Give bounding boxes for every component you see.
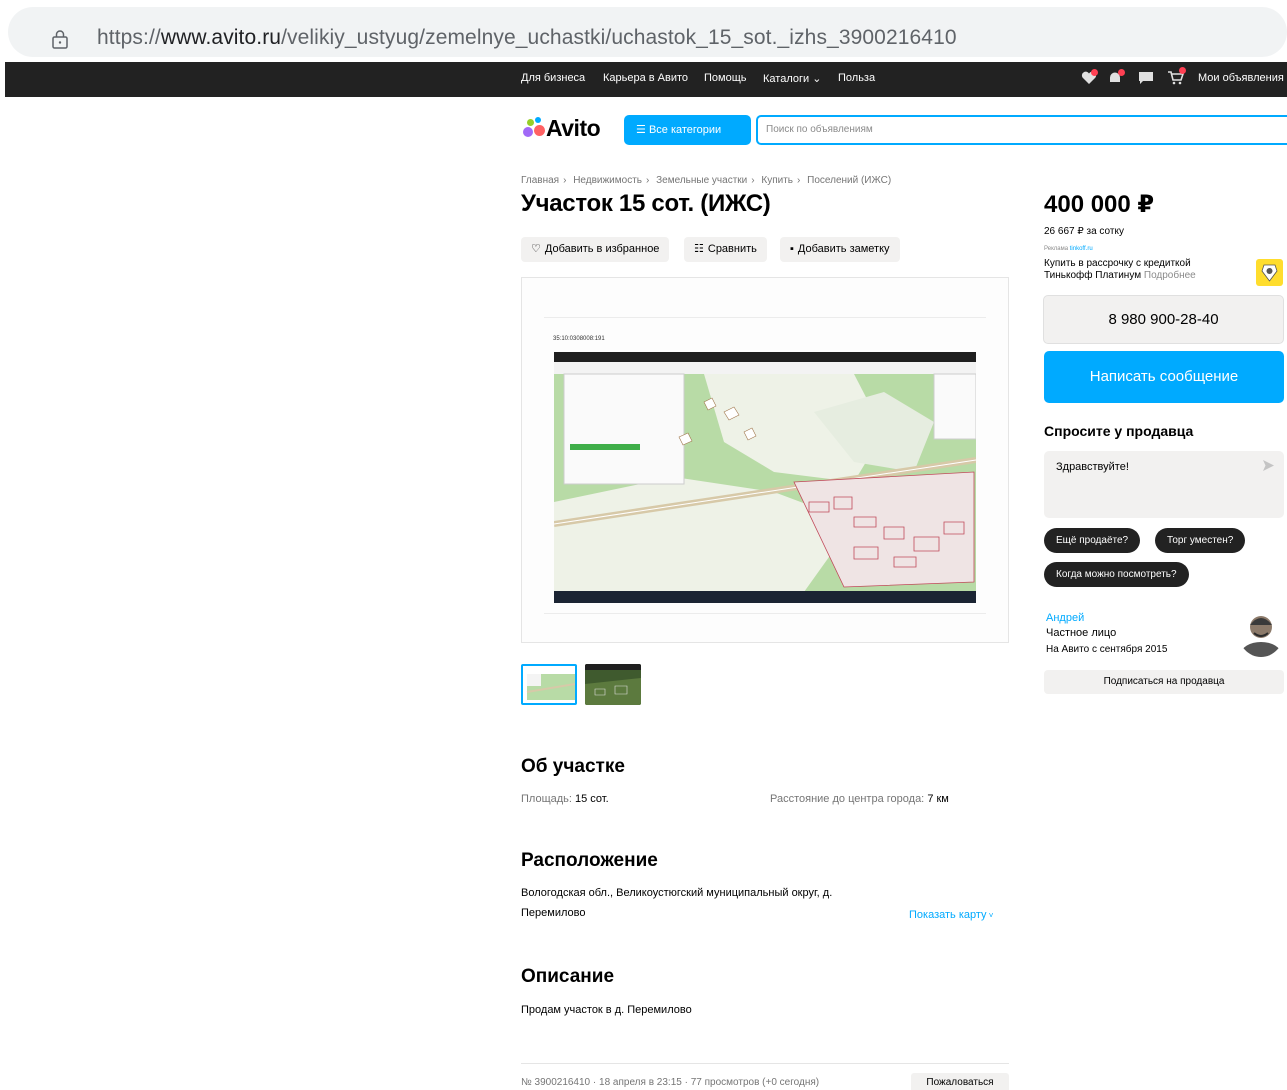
- price-per-sotka: 26 667 ₽ за сотку: [1044, 226, 1124, 237]
- breadcrumb: Главная › Недвижимость › Земельные участки…: [521, 175, 892, 186]
- seller-name-link[interactable]: Андрей: [1046, 612, 1084, 624]
- avito-logo-text[interactable]: Avito: [546, 115, 601, 142]
- menu-search-icon: ☰: [636, 124, 646, 136]
- tinkoff-logo-icon[interactable]: [1256, 259, 1283, 286]
- note-icon: ▪: [790, 243, 794, 255]
- chevron-down-icon: ˅: [986, 911, 994, 920]
- nav-link-business[interactable]: Для бизнеса: [521, 72, 585, 84]
- heart-icon: ♡: [531, 243, 541, 255]
- show-map-link[interactable]: Показать карту ˅: [909, 909, 993, 921]
- my-ads-link[interactable]: Мои объявления: [1198, 72, 1284, 84]
- show-phone-button[interactable]: 8 980 900-28-40: [1043, 295, 1284, 344]
- description-text: Продам участок в д. Перемилово: [521, 1004, 692, 1016]
- cadastral-map-screenshot: [554, 352, 976, 603]
- site-info-icon[interactable]: [52, 30, 68, 49]
- price: 400 000 ₽: [1044, 191, 1155, 218]
- distance-param: Расстояние до центра города: 7 км: [770, 793, 949, 805]
- add-note-button[interactable]: ▪ Добавить заметку: [780, 237, 900, 262]
- quick-question-still-selling[interactable]: Ещё продаёте?: [1044, 528, 1141, 553]
- address-line-1: Вологодская обл., Великоустюгский муници…: [521, 887, 833, 899]
- chevron-down-icon: ⌄: [809, 73, 822, 85]
- send-icon[interactable]: [1262, 459, 1275, 472]
- search-input[interactable]: Поиск по объявлениям: [756, 115, 1287, 145]
- address-line-2: Перемилово: [521, 907, 586, 919]
- cart-badge: [1179, 67, 1186, 74]
- quick-question-bargain[interactable]: Торг уместен?: [1155, 528, 1246, 553]
- write-message-button[interactable]: Написать сообщение: [1044, 351, 1284, 403]
- listing-meta: № 3900216410 · 18 апреля в 23:15 · 77 пр…: [521, 1077, 820, 1088]
- breadcrumb-home[interactable]: Главная: [521, 175, 559, 186]
- listing-photo[interactable]: [554, 352, 976, 603]
- quick-question-viewing[interactable]: Когда можно посмотреть?: [1044, 562, 1189, 587]
- about-heading: Об участке: [521, 756, 625, 777]
- ad-label: Реклама tinkoff.ru: [1044, 246, 1093, 252]
- breadcrumb-izhs[interactable]: Поселений (ИЖС): [807, 175, 891, 186]
- location-heading: Расположение: [521, 850, 658, 871]
- nav-link-benefit[interactable]: Польза: [838, 72, 875, 84]
- thumbnail-1[interactable]: [521, 664, 577, 705]
- compare-button[interactable]: ☷ Сравнить: [684, 237, 767, 262]
- browser-address-bar: https://www.avito.ru/velikiy_ustyug/zeme…: [0, 0, 1287, 62]
- notifications-badge: [1118, 69, 1125, 76]
- ask-seller-input[interactable]: Здравствуйте!: [1044, 451, 1284, 518]
- seller-type: Частное лицо: [1046, 627, 1117, 639]
- photo-gallery[interactable]: 35:10:0308008:191: [521, 277, 1009, 643]
- nav-link-catalogs[interactable]: Каталоги ⌄: [763, 72, 821, 85]
- url-field[interactable]: https://www.avito.ru/velikiy_ustyug/zeme…: [8, 7, 1287, 57]
- add-to-favorites-button[interactable]: ♡ Добавить в избранное: [521, 237, 670, 262]
- avatar[interactable]: [1238, 607, 1284, 657]
- seller-since: На Авито с сентября 2015: [1046, 644, 1168, 655]
- area-param: Площадь: 15 сот.: [521, 793, 609, 805]
- report-button[interactable]: Пожаловаться: [911, 1073, 1009, 1090]
- breadcrumb-land[interactable]: Земельные участки: [656, 175, 747, 186]
- nav-link-career[interactable]: Карьера в Авито: [603, 72, 688, 84]
- breadcrumb-buy[interactable]: Купить: [761, 175, 793, 186]
- breadcrumb-realty[interactable]: Недвижимость: [573, 175, 642, 186]
- all-categories-button[interactable]: ☰ Все категории: [624, 115, 751, 145]
- description-heading: Описание: [521, 966, 615, 987]
- favorites-badge: [1091, 69, 1098, 76]
- page-title: Участок 15 сот. (ИЖС): [521, 190, 771, 217]
- cadastral-number-label: 35:10:0308008:191: [553, 336, 605, 342]
- messages-icon[interactable]: [1138, 71, 1154, 85]
- thumbnail-2[interactable]: [585, 664, 641, 705]
- nav-link-help[interactable]: Помощь: [704, 72, 747, 84]
- top-nav: Для бизнеса Карьера в Авито Помощь Катал…: [5, 62, 1287, 97]
- ask-seller-title: Спросите у продавца: [1044, 423, 1194, 439]
- url-text[interactable]: https://www.avito.ru/velikiy_ustyug/zeme…: [97, 26, 957, 50]
- compare-icon: ☷: [694, 243, 704, 255]
- subscribe-seller-button[interactable]: Подписаться на продавца: [1044, 670, 1284, 694]
- credit-offer[interactable]: Купить в рассрочку с кредиткой Тинькофф …: [1044, 258, 1196, 282]
